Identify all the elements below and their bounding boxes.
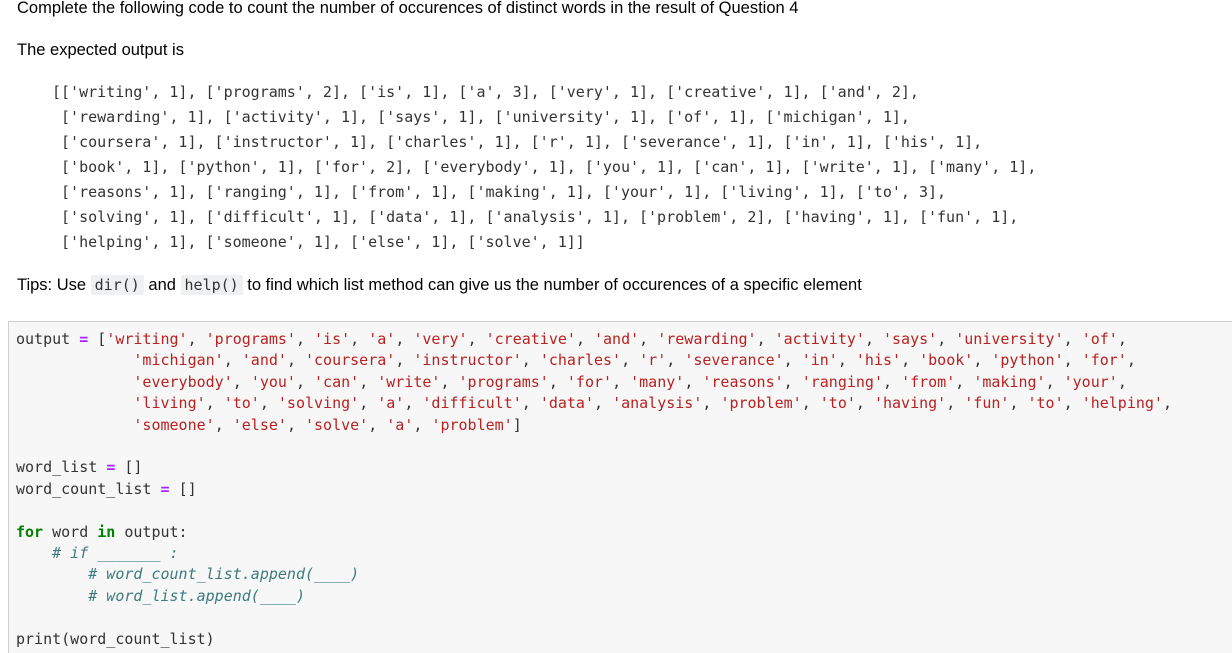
in-keyword: in xyxy=(97,522,116,541)
tips-prefix: Tips: Use xyxy=(17,276,91,294)
loop-iterable: output: xyxy=(115,522,188,541)
for-keyword: for xyxy=(16,522,44,541)
string-literal: 'severance' xyxy=(684,351,784,370)
string-literal: 'many' xyxy=(630,372,685,391)
string-literal: 'instructor' xyxy=(413,351,522,370)
string-literal: 'programs' xyxy=(205,330,296,348)
expected-output-line: ['solving', 1], ['difficult', 1], ['data… xyxy=(52,208,1019,226)
question-title: Complete the following code to count the… xyxy=(17,0,799,17)
string-literal: 'michigan' xyxy=(133,351,224,370)
string-literal: 'problem' xyxy=(720,394,802,413)
tips-text: Tips: Use dir() and help() to find which… xyxy=(17,275,862,295)
loop-variable: word xyxy=(43,522,98,541)
word-list-variable: word_list xyxy=(16,458,98,477)
string-literal: 'r' xyxy=(639,351,667,370)
string-literal: 'programs' xyxy=(458,372,549,391)
string-literal: 'from' xyxy=(901,372,956,391)
assign-operator: = xyxy=(160,479,170,498)
string-literal: 'ranging' xyxy=(801,372,883,391)
string-literal: 'difficult' xyxy=(422,394,522,413)
string-literal: 'creative' xyxy=(485,330,576,348)
string-literal: 'analysis' xyxy=(612,394,703,413)
expected-output-line: ['reasons', 1], ['ranging', 1], ['from',… xyxy=(52,183,947,201)
help-inline-code: help() xyxy=(180,275,243,295)
string-literal: 'to' xyxy=(1027,394,1064,413)
expected-output-line: ['book', 1], ['python', 1], ['for', 2], … xyxy=(52,158,1037,176)
string-literal: 'problem' xyxy=(431,415,513,434)
string-literal: 'everybody' xyxy=(133,372,233,391)
string-literal: 'of' xyxy=(1081,330,1118,348)
string-literal: 'solve' xyxy=(305,415,369,434)
string-literal: 'coursera' xyxy=(305,351,396,370)
string-literal: 'data' xyxy=(539,394,594,413)
comment-count-append: # word_count_list.append(____) xyxy=(88,565,360,584)
string-literal: 'a' xyxy=(386,415,414,434)
dir-inline-code: dir() xyxy=(90,275,144,295)
string-literal: 'can' xyxy=(314,372,360,391)
tips-middle: and xyxy=(143,276,181,294)
string-literal: 'and' xyxy=(241,351,287,370)
string-literal: 'a' xyxy=(377,394,405,413)
comment-if: # if _______ : xyxy=(52,544,179,563)
code-editor[interactable]: output = ['writing', 'programs', 'is', '… xyxy=(16,329,1172,650)
string-literal: 'in' xyxy=(801,351,838,370)
tips-suffix: to find which list method can give us th… xyxy=(242,276,862,294)
string-literal: 'having' xyxy=(873,394,947,413)
empty-list: [] xyxy=(178,479,197,498)
empty-list: [] xyxy=(124,458,143,477)
string-literal: 'activity' xyxy=(774,330,865,348)
string-literal: 'your' xyxy=(1063,372,1118,391)
expected-output-line: ['coursera', 1], ['instructor', 1], ['ch… xyxy=(52,133,983,151)
assign-operator: = xyxy=(79,330,89,348)
comment-list-append: # word_list.append(____) xyxy=(88,586,305,605)
string-literal: 'to' xyxy=(223,394,260,413)
string-literal: 'to' xyxy=(819,394,856,413)
print-statement: print(word_count_list) xyxy=(16,629,215,648)
string-literal: 'else' xyxy=(232,415,287,434)
string-literal: 'book' xyxy=(919,351,974,370)
string-literal: 'a' xyxy=(368,330,396,348)
word-count-list-variable: word_count_list xyxy=(16,479,152,498)
string-literal: 'university' xyxy=(955,330,1064,348)
string-literal: 'reasons' xyxy=(702,372,784,391)
expected-output-block: [['writing', 1], ['programs', 2], ['is',… xyxy=(52,80,1036,255)
string-literal: 'solving' xyxy=(277,394,360,413)
code-cell[interactable]: output = ['writing', 'programs', 'is', '… xyxy=(8,321,1232,653)
expected-output-line: [['writing', 1], ['programs', 2], ['is',… xyxy=(52,83,919,101)
string-literal: 'someone' xyxy=(133,415,215,434)
string-literal: 'you' xyxy=(250,372,296,391)
expected-output-line: ['helping', 1], ['someone', 1], ['else',… xyxy=(52,233,585,251)
string-literal: 'for' xyxy=(566,372,613,391)
string-literal: 'and' xyxy=(594,330,640,348)
expected-output-line: ['rewarding', 1], ['activity', 1], ['say… xyxy=(52,108,910,126)
string-literal: 'fun' xyxy=(964,394,1010,413)
expected-output-label: The expected output is xyxy=(17,41,184,59)
string-literal: 'writing' xyxy=(106,330,188,348)
string-literal: 'python' xyxy=(991,351,1064,370)
string-literal: 'helping' xyxy=(1081,394,1163,413)
string-literal: 'rewarding' xyxy=(657,330,757,348)
string-literal: 'says' xyxy=(883,330,938,348)
string-literal: 'living' xyxy=(133,394,206,413)
string-literal: 'write' xyxy=(377,372,441,391)
string-literal: 'is' xyxy=(314,330,351,348)
string-literal: 'charles' xyxy=(539,351,622,370)
string-literal: 'making' xyxy=(973,372,1046,391)
string-literal: 'his' xyxy=(855,351,902,370)
assign-operator: = xyxy=(106,458,116,477)
string-literal: 'for' xyxy=(1081,351,1127,370)
output-variable: output xyxy=(16,330,71,348)
string-literal: 'very' xyxy=(413,330,468,348)
